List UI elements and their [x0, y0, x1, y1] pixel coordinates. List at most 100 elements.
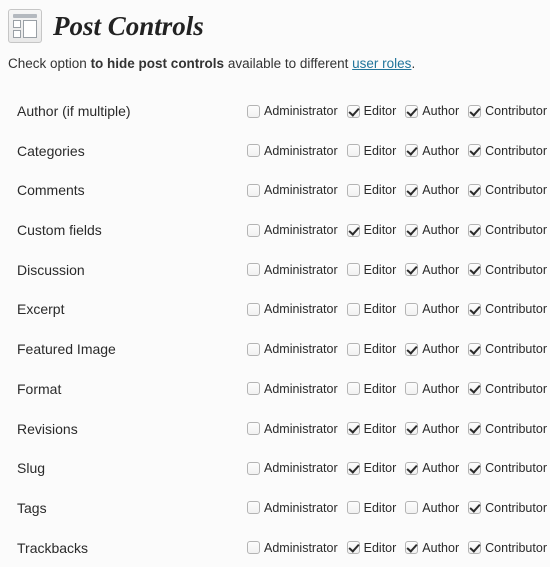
checkbox-author-checked-icon[interactable]: [405, 144, 419, 158]
checkbox-administrator-unchecked-icon[interactable]: [247, 302, 260, 316]
checkbox-contributor-checked-icon[interactable]: [468, 382, 482, 396]
role-option-categories-editor[interactable]: Editor: [346, 144, 396, 158]
role-option-featured-image-contributor[interactable]: Contributor: [468, 342, 547, 356]
role-checkbox-group: Administrator Editor Author Contributor: [247, 223, 547, 237]
checkbox-contributor-checked-icon[interactable]: [468, 541, 482, 555]
role-option-revisions-editor[interactable]: Editor: [346, 422, 396, 436]
checkbox-editor-unchecked-icon[interactable]: [346, 302, 360, 316]
checkbox-editor-unchecked-icon[interactable]: [346, 382, 360, 396]
role-option-discussion-author[interactable]: Author: [405, 263, 459, 277]
role-option-author-if-multiple-administrator[interactable]: Administrator: [247, 104, 338, 118]
checkbox-administrator-unchecked-icon[interactable]: [247, 263, 260, 277]
checkbox-editor-unchecked-icon[interactable]: [346, 183, 360, 197]
role-option-tags-editor[interactable]: Editor: [346, 501, 396, 515]
role-option-comments-editor[interactable]: Editor: [346, 183, 396, 197]
role-option-slug-contributor[interactable]: Contributor: [468, 461, 547, 475]
role-option-format-contributor[interactable]: Contributor: [468, 382, 547, 396]
checkbox-administrator-unchecked-icon[interactable]: [247, 104, 260, 118]
checkbox-editor-checked-icon[interactable]: [346, 223, 360, 237]
role-option-excerpt-editor[interactable]: Editor: [346, 302, 396, 316]
role-option-custom-fields-editor[interactable]: Editor: [346, 223, 396, 237]
checkbox-author-checked-icon[interactable]: [405, 422, 419, 436]
checkbox-editor-unchecked-icon[interactable]: [346, 263, 360, 277]
checkbox-administrator-unchecked-icon[interactable]: [247, 183, 260, 197]
role-option-categories-contributor[interactable]: Contributor: [468, 144, 547, 158]
role-option-excerpt-administrator[interactable]: Administrator: [247, 302, 338, 316]
role-option-author-if-multiple-editor[interactable]: Editor: [346, 104, 396, 118]
checkbox-author-checked-icon[interactable]: [405, 223, 419, 237]
role-option-featured-image-administrator[interactable]: Administrator: [247, 342, 338, 356]
role-option-discussion-administrator[interactable]: Administrator: [247, 263, 338, 277]
role-option-featured-image-editor[interactable]: Editor: [346, 342, 396, 356]
checkbox-administrator-unchecked-icon[interactable]: [247, 223, 260, 237]
role-option-custom-fields-administrator[interactable]: Administrator: [247, 223, 338, 237]
role-option-trackbacks-editor[interactable]: Editor: [346, 541, 396, 555]
checkbox-administrator-unchecked-icon[interactable]: [247, 541, 260, 555]
checkbox-author-checked-icon[interactable]: [405, 183, 419, 197]
role-option-tags-administrator[interactable]: Administrator: [247, 501, 338, 515]
checkbox-author-checked-icon[interactable]: [405, 263, 419, 277]
checkbox-editor-checked-icon[interactable]: [346, 541, 360, 555]
role-option-tags-contributor[interactable]: Contributor: [468, 501, 547, 515]
role-option-categories-author[interactable]: Author: [405, 144, 459, 158]
role-option-revisions-administrator[interactable]: Administrator: [247, 422, 338, 436]
checkbox-author-checked-icon[interactable]: [405, 342, 419, 356]
checkbox-editor-checked-icon[interactable]: [346, 461, 360, 475]
checkbox-author-unchecked-icon[interactable]: [405, 382, 419, 396]
checkbox-contributor-checked-icon[interactable]: [468, 104, 482, 118]
role-option-discussion-contributor[interactable]: Contributor: [468, 263, 547, 277]
role-option-trackbacks-administrator[interactable]: Administrator: [247, 541, 338, 555]
checkbox-editor-unchecked-icon[interactable]: [346, 144, 360, 158]
checkbox-contributor-checked-icon[interactable]: [468, 263, 482, 277]
role-option-format-editor[interactable]: Editor: [346, 382, 396, 396]
role-option-excerpt-author[interactable]: Author: [405, 302, 459, 316]
role-option-author-if-multiple-contributor[interactable]: Contributor: [468, 104, 547, 118]
checkbox-administrator-unchecked-icon[interactable]: [247, 422, 260, 436]
role-option-format-administrator[interactable]: Administrator: [247, 382, 338, 396]
checkbox-contributor-checked-icon[interactable]: [468, 501, 482, 515]
checkbox-contributor-checked-icon[interactable]: [468, 342, 482, 356]
role-option-slug-administrator[interactable]: Administrator: [247, 461, 338, 475]
checkbox-editor-checked-icon[interactable]: [346, 422, 360, 436]
checkbox-administrator-unchecked-icon[interactable]: [247, 144, 260, 158]
checkbox-contributor-checked-icon[interactable]: [468, 461, 482, 475]
checkbox-author-unchecked-icon[interactable]: [405, 501, 419, 515]
role-option-trackbacks-contributor[interactable]: Contributor: [468, 541, 547, 555]
role-option-discussion-editor[interactable]: Editor: [346, 263, 396, 277]
role-option-slug-author[interactable]: Author: [405, 461, 459, 475]
checkbox-editor-checked-icon[interactable]: [346, 104, 360, 118]
checkbox-administrator-unchecked-icon[interactable]: [247, 501, 260, 515]
role-option-revisions-author[interactable]: Author: [405, 422, 459, 436]
role-option-comments-contributor[interactable]: Contributor: [468, 183, 547, 197]
checkbox-editor-unchecked-icon[interactable]: [346, 342, 360, 356]
checkbox-contributor-checked-icon[interactable]: [468, 144, 482, 158]
checkbox-administrator-unchecked-icon[interactable]: [247, 382, 260, 396]
user-roles-link[interactable]: user roles: [352, 56, 411, 71]
role-option-format-author[interactable]: Author: [405, 382, 459, 396]
checkbox-author-checked-icon[interactable]: [405, 104, 419, 118]
role-option-comments-author[interactable]: Author: [405, 183, 459, 197]
checkbox-contributor-checked-icon[interactable]: [468, 302, 482, 316]
role-option-custom-fields-author[interactable]: Author: [405, 223, 459, 237]
role-option-trackbacks-author[interactable]: Author: [405, 541, 459, 555]
checkbox-contributor-checked-icon[interactable]: [468, 422, 482, 436]
role-option-comments-administrator[interactable]: Administrator: [247, 183, 338, 197]
control-row-label: Tags: [17, 499, 47, 516]
role-option-excerpt-contributor[interactable]: Contributor: [468, 302, 547, 316]
checkbox-editor-unchecked-icon[interactable]: [346, 501, 360, 515]
role-option-author-if-multiple-author[interactable]: Author: [405, 104, 459, 118]
checkbox-contributor-checked-icon[interactable]: [468, 183, 482, 197]
role-option-slug-editor[interactable]: Editor: [346, 461, 396, 475]
role-option-featured-image-author[interactable]: Author: [405, 342, 459, 356]
role-option-categories-administrator[interactable]: Administrator: [247, 144, 338, 158]
role-option-custom-fields-contributor[interactable]: Contributor: [468, 223, 547, 237]
role-option-tags-author[interactable]: Author: [405, 501, 459, 515]
checkbox-contributor-checked-icon[interactable]: [468, 223, 482, 237]
checkbox-author-checked-icon[interactable]: [405, 461, 419, 475]
checkbox-administrator-unchecked-icon[interactable]: [247, 342, 260, 356]
checkbox-administrator-unchecked-icon[interactable]: [247, 461, 260, 475]
checkbox-author-checked-icon[interactable]: [405, 541, 419, 555]
role-label: Contributor: [485, 104, 547, 119]
checkbox-author-unchecked-icon[interactable]: [405, 302, 419, 316]
role-option-revisions-contributor[interactable]: Contributor: [468, 422, 547, 436]
